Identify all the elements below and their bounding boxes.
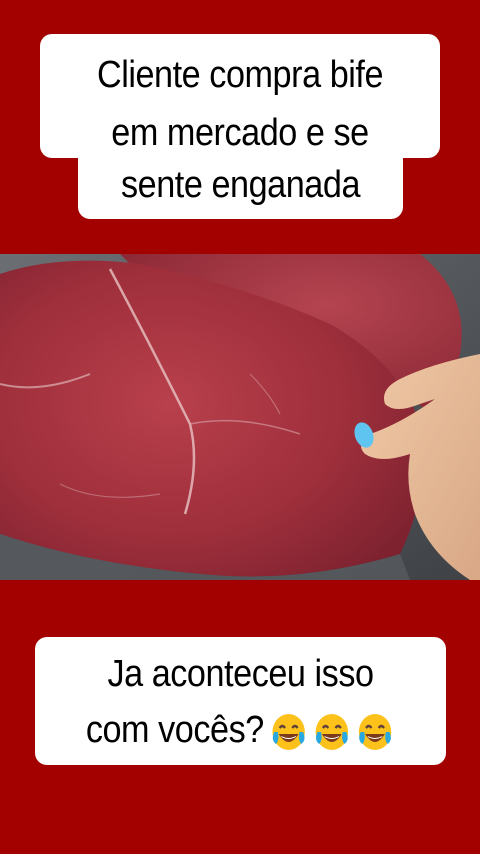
top-caption-tail: sente enganada <box>78 158 403 219</box>
video-frame: Cliente compra bife em mercado e se sent… <box>0 0 480 854</box>
bottom-caption: Ja aconteceu isso com vocês? <box>35 637 446 765</box>
steak-photo <box>0 254 480 580</box>
top-caption: Cliente compra bife em mercado e se <box>40 34 440 158</box>
top-caption-line-3: sente enganada <box>120 164 361 206</box>
top-caption-line-1: Cliente compra bife <box>96 54 384 96</box>
face-with-tears-of-joy-icon <box>272 713 306 750</box>
bottom-caption-line-2: com vocês? <box>85 709 264 751</box>
face-with-tears-of-joy-icon <box>315 713 349 750</box>
bottom-caption-line-1: Ja aconteceu isso <box>107 653 374 695</box>
bottom-caption-line-2-wrap: com vocês? <box>56 707 426 754</box>
steak-image <box>0 254 480 580</box>
emoji-row <box>269 710 395 754</box>
face-with-tears-of-joy-icon <box>359 713 392 750</box>
top-caption-line-2: em mercado e se <box>111 112 369 154</box>
